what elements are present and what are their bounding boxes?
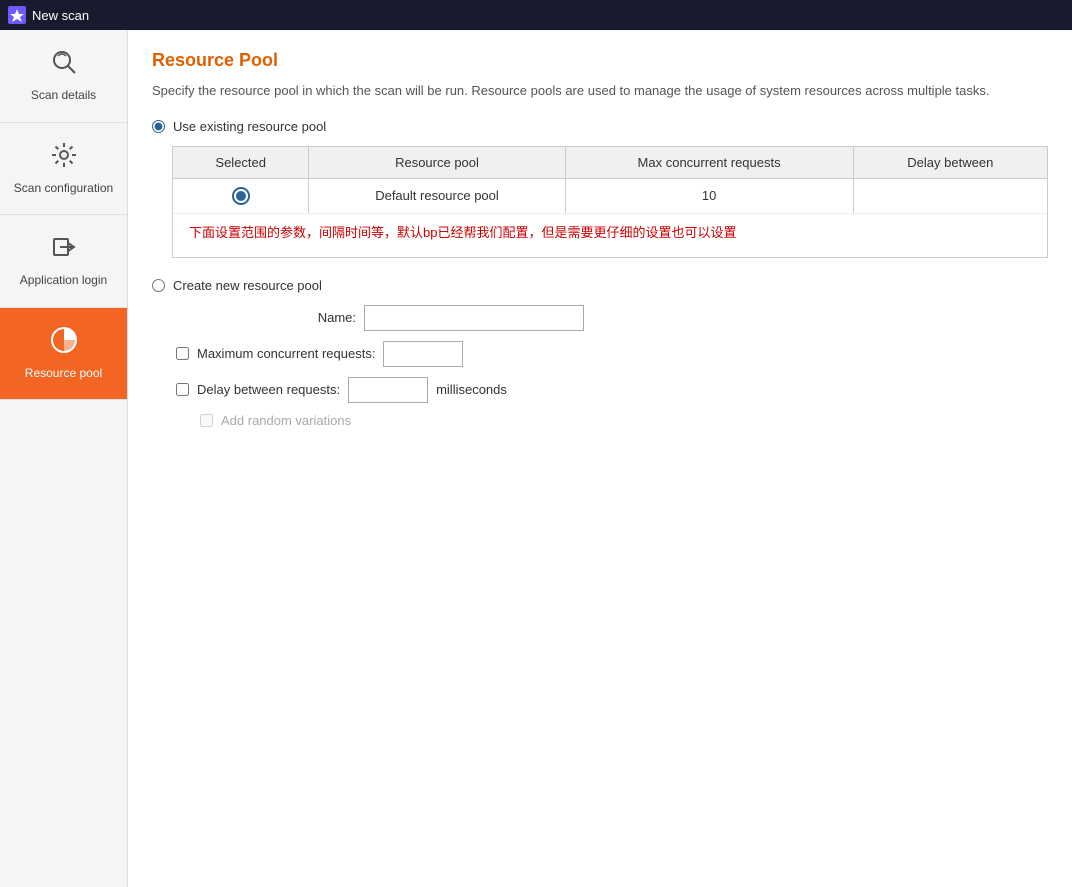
sidebar-label-scan-details: Scan details xyxy=(31,88,96,104)
max-concurrent-input[interactable] xyxy=(383,341,463,367)
create-new-radio-option[interactable]: Create new resource pool xyxy=(152,278,1048,293)
page-description: Specify the resource pool in which the s… xyxy=(152,81,1048,101)
col-delay-between: Delay between xyxy=(853,147,1047,179)
resource-pool-table: Selected Resource pool Max concurrent re… xyxy=(173,147,1047,214)
sidebar-item-scan-details[interactable]: Scan details xyxy=(0,30,127,123)
sidebar-item-application-login[interactable]: Application login xyxy=(0,215,127,308)
login-icon xyxy=(50,233,78,267)
app-icon xyxy=(8,6,26,24)
add-random-row: Add random variations xyxy=(200,413,1048,428)
main-layout: Scan details Scan configuration Appli xyxy=(0,30,1072,887)
sidebar-label-scan-configuration: Scan configuration xyxy=(14,181,113,197)
scan-details-icon xyxy=(50,48,78,82)
delay-checkbox[interactable] xyxy=(176,383,189,396)
top-bar: New scan xyxy=(0,0,1072,30)
row-delay-between xyxy=(853,178,1047,213)
content-area: Resource Pool Specify the resource pool … xyxy=(128,30,1072,887)
name-label: Name: xyxy=(176,310,356,325)
row-max-concurrent: 10 xyxy=(565,178,853,213)
resource-pool-table-container: Selected Resource pool Max concurrent re… xyxy=(172,146,1048,258)
max-concurrent-label: Maximum concurrent requests: xyxy=(197,346,375,361)
add-random-label: Add random variations xyxy=(221,413,351,428)
note-chinese: 下面设置范围的参数，间隔时间等，默认bp已经帮我们配置，但是需要更仔细的设置也可… xyxy=(173,214,1047,257)
sidebar: Scan details Scan configuration Appli xyxy=(0,30,128,887)
col-max-concurrent: Max concurrent requests xyxy=(565,147,853,179)
app-title: New scan xyxy=(32,8,89,23)
create-new-label: Create new resource pool xyxy=(173,278,322,293)
use-existing-radio[interactable] xyxy=(152,120,165,133)
milliseconds-label: milliseconds xyxy=(436,382,507,397)
resource-pool-icon xyxy=(50,326,78,360)
col-selected: Selected xyxy=(173,147,309,179)
create-new-radio[interactable] xyxy=(152,279,165,292)
add-random-checkbox[interactable] xyxy=(200,414,213,427)
row-selected-cell[interactable] xyxy=(173,178,309,213)
max-concurrent-row: Maximum concurrent requests: xyxy=(176,341,1048,367)
table-row[interactable]: Default resource pool 10 xyxy=(173,178,1047,213)
name-input[interactable] xyxy=(364,305,584,331)
page-title: Resource Pool xyxy=(152,50,1048,71)
sidebar-item-scan-configuration[interactable]: Scan configuration xyxy=(0,123,127,216)
col-resource-pool: Resource pool xyxy=(309,147,565,179)
sidebar-label-resource-pool: Resource pool xyxy=(25,366,102,382)
row-radio-selected[interactable] xyxy=(232,187,250,205)
use-existing-label: Use existing resource pool xyxy=(173,119,326,134)
use-existing-radio-option[interactable]: Use existing resource pool xyxy=(152,119,1048,134)
gear-icon xyxy=(50,141,78,175)
delay-label: Delay between requests: xyxy=(197,382,340,397)
sidebar-label-application-login: Application login xyxy=(20,273,107,289)
row-resource-pool-name: Default resource pool xyxy=(309,178,565,213)
delay-row: Delay between requests: milliseconds xyxy=(176,377,1048,403)
delay-input[interactable] xyxy=(348,377,428,403)
name-form-row: Name: xyxy=(176,305,1048,331)
max-concurrent-checkbox[interactable] xyxy=(176,347,189,360)
sidebar-item-resource-pool[interactable]: Resource pool xyxy=(0,308,127,401)
